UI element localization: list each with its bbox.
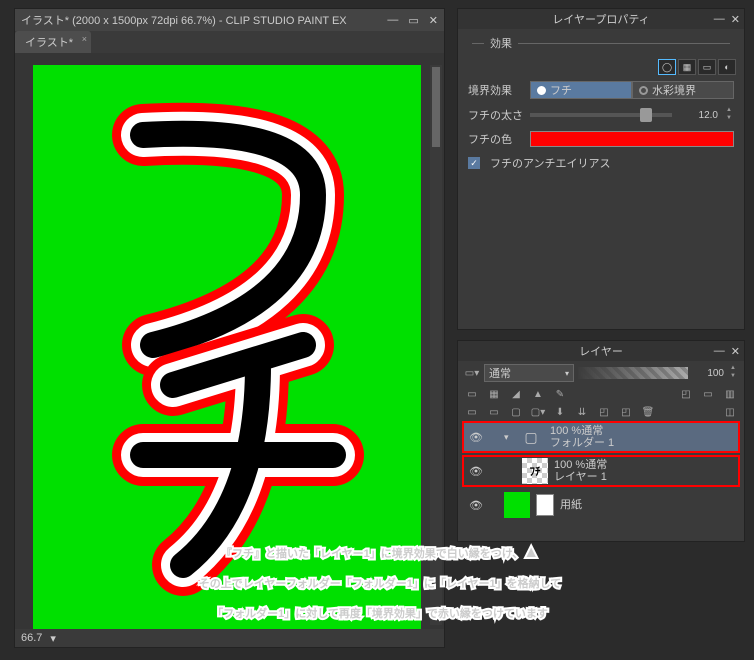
folder-icon: ▢ (518, 424, 544, 450)
maximize-button[interactable]: ▭ (408, 14, 418, 27)
paper-color-icon (536, 494, 554, 516)
transfer-down-icon[interactable]: ⬇ (552, 405, 568, 419)
panel-header: レイヤープロパティ — ✕ (458, 9, 744, 29)
panel-header: レイヤー — ✕ (458, 341, 744, 361)
close-button[interactable]: ✕ (429, 14, 438, 27)
ruler-icon[interactable]: ▭ (700, 387, 716, 401)
border-thickness-slider[interactable] (530, 113, 672, 117)
canvas[interactable] (33, 65, 421, 629)
layer-row-paper[interactable]: 👁 用紙 (462, 489, 740, 521)
layer-panel: レイヤー — ✕ ▭▾ 通常 100 ▲▼ ▭ ▦ ◢ ▲ ✎ ◰ ▭ ▥ ▭ … (457, 340, 745, 542)
antialias-checkbox[interactable]: ✓ (468, 157, 480, 169)
expression-color-icon[interactable]: ◐ (718, 59, 736, 75)
layer-thumbnail: ﾌﾁ (522, 458, 548, 484)
panel-menu-icon[interactable]: — (714, 345, 725, 358)
reference-icon[interactable]: ▲ (530, 387, 546, 401)
opacity-stepper[interactable]: ▲▼ (728, 365, 738, 381)
window-controls: — ▭ ✕ (387, 14, 438, 27)
vertical-scrollbar[interactable] (430, 65, 442, 625)
merge-down-icon[interactable]: ⇊ (574, 405, 590, 419)
layer-name: フォルダー 1 (550, 437, 614, 449)
layer-row-folder[interactable]: 👁 ▾ ▢ 100 %通常 フォルダー 1 (462, 421, 740, 453)
layer-opacity-label: 100 %通常 (550, 425, 614, 437)
zoom-dropdown-icon[interactable]: ▾ (50, 632, 56, 645)
antialias-row: ✓ フチのアンチエイリアス (458, 151, 744, 175)
panel-title: レイヤー (579, 343, 623, 359)
clip-icon[interactable]: ◢ (508, 387, 524, 401)
new-vector-layer-icon[interactable]: ▭ (486, 405, 502, 419)
opacity-slider[interactable] (578, 367, 688, 379)
layer-color-icon[interactable]: ▥ (722, 387, 738, 401)
tab-label: イラスト* (25, 37, 73, 49)
window-title: イラスト* (2000 x 1500px 72dpi 66.7%) - CLIP… (21, 12, 347, 28)
opacity-value: 100 (692, 368, 724, 379)
layer-row-raster[interactable]: 👁 ﾌﾁ 100 %通常 レイヤー 1 (462, 455, 740, 487)
border-effect-row: 境界効果 フチ 水彩境界 (458, 77, 744, 103)
statusbar: 66.7 ▾ (15, 629, 444, 647)
new-raster-layer-icon[interactable]: ▭ (464, 405, 480, 419)
layer-color-icon[interactable]: ▭ (698, 59, 716, 75)
blend-mode-select[interactable]: 通常 (484, 364, 574, 382)
visibility-toggle[interactable]: 👁 (464, 431, 488, 444)
layer-toolbar-3: ▭ ▭ ▢ ▢▾ ⬇ ⇊ ◰ ◰ 🗑 ◫ (458, 403, 744, 421)
border-effect-icon[interactable]: ◯ (658, 59, 676, 75)
delete-layer-icon[interactable]: 🗑 (640, 405, 656, 419)
document-tab[interactable]: イラスト* × (15, 31, 91, 53)
layer-toolbar-2: ▭ ▦ ◢ ▲ ✎ ◰ ▭ ▥ (458, 385, 744, 403)
draft-icon[interactable]: ✎ (552, 387, 568, 401)
lock-pixel-icon[interactable]: ▦ (486, 387, 502, 401)
create-mask-icon[interactable]: ◰ (596, 405, 612, 419)
titlebar: イラスト* (2000 x 1500px 72dpi 66.7%) - CLIP… (15, 9, 444, 31)
thickness-stepper[interactable]: ▲▼ (724, 107, 734, 123)
visibility-toggle[interactable]: 👁 (464, 465, 488, 478)
paper-thumbnail (504, 492, 530, 518)
border-thickness-value: 12.0 (678, 110, 718, 121)
layer-name: レイヤー 1 (554, 471, 607, 483)
antialias-label: フチのアンチエイリアス (490, 155, 611, 171)
tone-effect-icon[interactable]: ▦ (678, 59, 696, 75)
border-option-fuchi[interactable]: フチ (530, 81, 632, 99)
panel-title: レイヤープロパティ (552, 11, 649, 27)
mask-icon[interactable]: ◰ (678, 387, 694, 401)
panel-menu-icon[interactable]: — (714, 13, 725, 26)
border-color-swatch[interactable] (530, 131, 734, 147)
border-thickness-row: フチの太さ 12.0 ▲▼ (458, 103, 744, 127)
expand-toggle[interactable]: ▾ (504, 432, 518, 443)
layer-list: 👁 ▾ ▢ 100 %通常 フォルダー 1 👁 ﾌﾁ 100 %通常 レイヤー … (458, 421, 744, 521)
apply-mask-icon[interactable]: ◰ (618, 405, 634, 419)
layer-toolbar-1: ▭▾ 通常 100 ▲▼ (458, 361, 744, 385)
two-pane-icon[interactable]: ◫ (722, 405, 738, 419)
border-effect-label: 境界効果 (468, 82, 524, 98)
layer-name: 用紙 (560, 499, 582, 511)
panel-close-icon[interactable]: ✕ (731, 345, 740, 358)
layer-property-panel: レイヤープロパティ — ✕ 効果 ◯ ▦ ▭ ◐ 境界効果 フチ 水彩境界 フチ… (457, 8, 745, 330)
effect-icon-row: ◯ ▦ ▭ ◐ (458, 57, 744, 77)
palette-color-icon[interactable]: ▭▾ (464, 366, 480, 380)
tab-close-icon[interactable]: × (82, 34, 87, 44)
new-folder-icon[interactable]: ▢ (508, 405, 524, 419)
border-effect-toggle: フチ 水彩境界 (530, 81, 734, 99)
border-color-label: フチの色 (468, 131, 524, 147)
document-tabbar: イラスト* × (15, 31, 444, 53)
effect-section-title: 効果 (458, 29, 744, 57)
layer-opacity-label: 100 %通常 (554, 459, 607, 471)
main-window: イラスト* (2000 x 1500px 72dpi 66.7%) - CLIP… (14, 8, 445, 648)
border-option-watercolor[interactable]: 水彩境界 (632, 81, 734, 99)
border-thickness-label: フチの太さ (468, 107, 524, 123)
border-color-row: フチの色 (458, 127, 744, 151)
new-folder-icon[interactable]: ▢▾ (530, 405, 546, 419)
visibility-toggle[interactable]: 👁 (464, 499, 488, 512)
minimize-button[interactable]: — (387, 14, 398, 27)
lock-icon[interactable]: ▭ (464, 387, 480, 401)
panel-close-icon[interactable]: ✕ (731, 13, 740, 26)
zoom-value: 66.7 (21, 632, 42, 644)
triangle-icon: ▲ (523, 544, 539, 561)
